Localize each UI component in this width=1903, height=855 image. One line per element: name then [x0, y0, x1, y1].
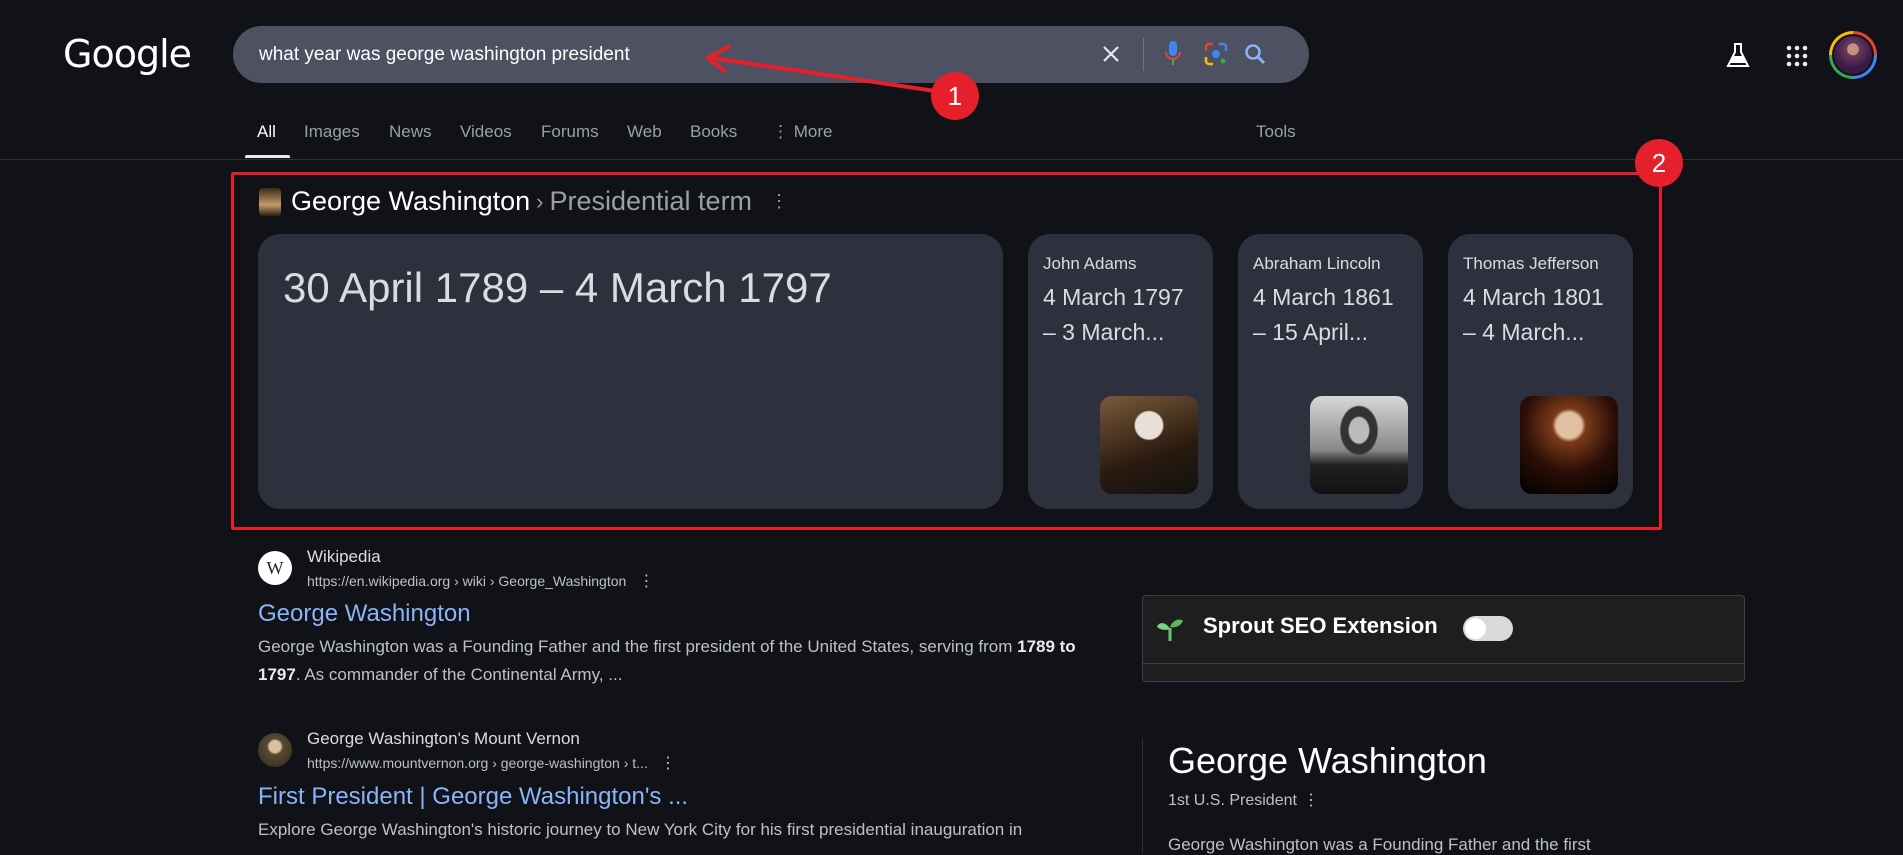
- panel-divider: [1143, 663, 1744, 664]
- more-options-icon[interactable]: ⋮: [638, 573, 654, 590]
- result-snippet: Explore George Washington's historic jou…: [258, 820, 1023, 839]
- snippet-text: George Washington was a Founding Father …: [258, 637, 1018, 656]
- sprout-seo-panel: Sprout SEO Extension: [1142, 595, 1745, 682]
- result-snippet: George Washington was a Founding Father …: [258, 633, 1108, 689]
- result-title-link[interactable]: George Washington: [258, 600, 471, 628]
- result-url-row: https://en.wikipedia.org › wiki › George…: [307, 571, 654, 591]
- result-url[interactable]: https://en.wikipedia.org › wiki › George…: [307, 573, 626, 589]
- sprout-icon: [1156, 616, 1184, 647]
- snippet-text: . As commander of the Continental Army, …: [295, 665, 623, 684]
- knowledge-panel-description: George Washington was a Founding Father …: [1168, 835, 1591, 854]
- wikipedia-favicon: W: [258, 551, 292, 585]
- sprout-title: Sprout SEO Extension: [1203, 613, 1438, 638]
- annotation-box: [231, 172, 1662, 530]
- more-options-icon[interactable]: ⋮: [1303, 792, 1319, 809]
- result-title-link[interactable]: First President | George Washington's ..…: [258, 783, 688, 811]
- mount-vernon-favicon: [258, 733, 292, 767]
- knowledge-panel-border: [1142, 738, 1143, 854]
- result-url[interactable]: https://www.mountvernon.org › george-was…: [307, 755, 648, 771]
- annotation-badge-2: 2: [1635, 139, 1683, 187]
- annotation-badge-1: 1: [931, 72, 979, 120]
- result-source[interactable]: George Washington's Mount Vernon: [307, 729, 580, 749]
- knowledge-panel-subtitle: 1st U.S. President: [1168, 792, 1297, 809]
- sprout-toggle[interactable]: [1463, 616, 1513, 641]
- knowledge-panel-subtitle-row: 1st U.S. President ⋮: [1168, 790, 1319, 810]
- result-source[interactable]: Wikipedia: [307, 547, 381, 567]
- knowledge-panel-title: George Washington: [1168, 740, 1487, 781]
- more-options-icon[interactable]: ⋮: [660, 755, 676, 772]
- result-url-row: https://www.mountvernon.org › george-was…: [307, 753, 676, 773]
